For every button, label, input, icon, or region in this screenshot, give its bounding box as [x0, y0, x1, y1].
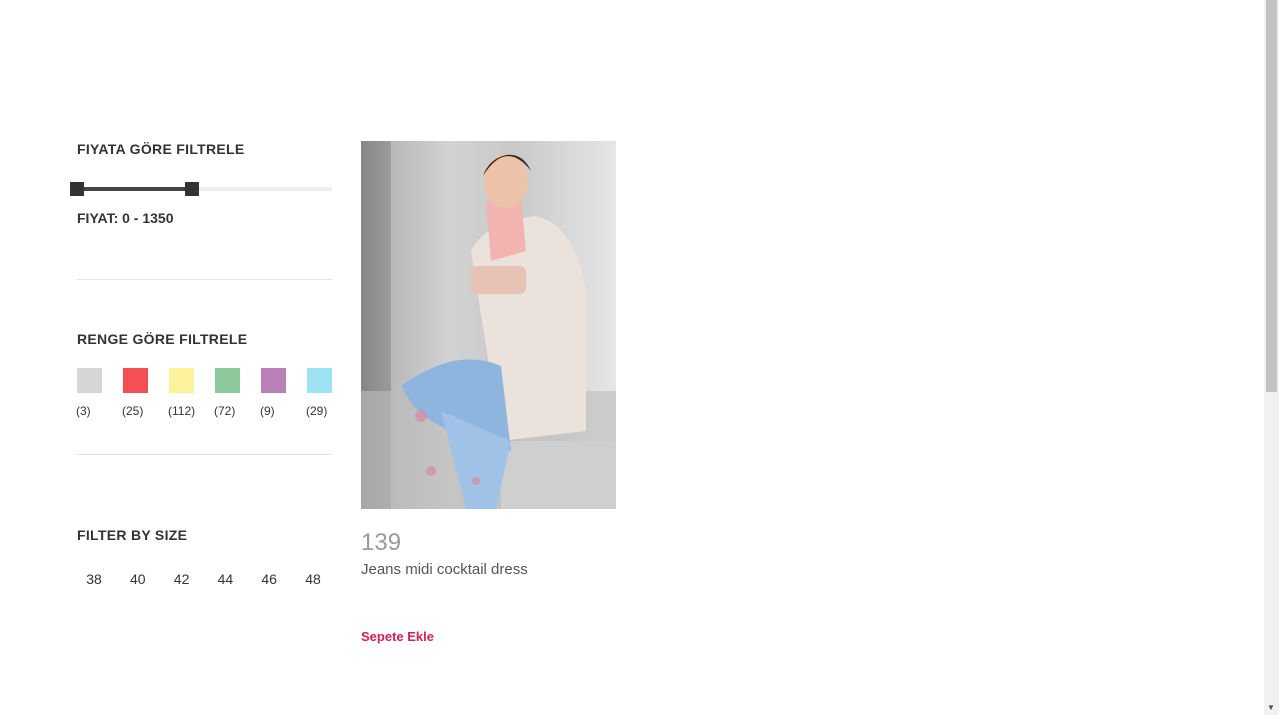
- color-swatch-list: [77, 368, 332, 393]
- slider-max-handle[interactable]: [184, 182, 199, 196]
- size-option[interactable]: 42: [174, 571, 190, 587]
- product-price: 139: [361, 529, 402, 556]
- product-name[interactable]: Jeans midi cocktail dress: [361, 561, 616, 578]
- color-filter: RENGE GÖRE FILTRELE (3) (25) (112) (72) (9)(…: [76, 280, 332, 455]
- color-swatch[interactable]: [307, 368, 332, 393]
- price-filter: FIYATA GÖRE FILTRELE FIYAT: 0 - 1350: [70, 140, 332, 280]
- product-photo-illustration: [361, 141, 616, 509]
- size-option[interactable]: 44: [218, 571, 234, 587]
- size-option[interactable]: 40: [130, 571, 146, 587]
- color-count: (3): [76, 404, 91, 418]
- color-count: (112): [168, 404, 196, 418]
- scrollbar-thumb[interactable]: [1266, 0, 1277, 392]
- color-swatch[interactable]: [77, 368, 102, 393]
- price-slider[interactable]: [70, 182, 332, 196]
- color-swatch[interactable]: [215, 368, 240, 393]
- scroll-down-arrow-icon[interactable]: ▼: [1267, 703, 1275, 712]
- color-count: (25): [122, 404, 144, 418]
- color-swatch[interactable]: [123, 368, 148, 393]
- size-option[interactable]: 46: [261, 571, 277, 587]
- page-scrollbar[interactable]: ▼: [1264, 0, 1279, 715]
- filter-sidebar: FIYATA GÖRE FILTRELE FIYAT: 0 - 1350 REN…: [70, 140, 332, 589]
- color-filter-title: RENGE GÖRE FILTRELE: [77, 331, 248, 347]
- size-option-list: 38 40 42 44 46 48: [77, 571, 332, 589]
- add-to-cart-button[interactable]: Sepete Ekle: [361, 629, 434, 644]
- size-filter-title: FILTER BY SIZE: [77, 527, 188, 543]
- price-filter-title: FIYATA GÖRE FILTRELE: [77, 141, 245, 157]
- slider-min-handle[interactable]: [70, 182, 84, 196]
- color-count: (29): [306, 404, 328, 418]
- color-swatch[interactable]: [261, 368, 286, 393]
- size-filter: FILTER BY SIZE 38 40 42 44 46 48: [77, 455, 332, 589]
- size-option[interactable]: 38: [86, 571, 102, 587]
- color-count-list: (3) (25) (112) (72) (9) (29): [76, 404, 332, 420]
- color-count: (9): [260, 404, 275, 418]
- size-option[interactable]: 48: [305, 571, 321, 587]
- price-range-label: FIYAT: 0 - 1350: [77, 210, 174, 226]
- product-image[interactable]: [361, 141, 616, 509]
- color-swatch[interactable]: [169, 368, 194, 393]
- product-card: 139 Jeans midi cocktail dress Sepete Ekl…: [361, 141, 616, 646]
- slider-range-fill: [77, 187, 192, 191]
- color-count: (72): [214, 404, 236, 418]
